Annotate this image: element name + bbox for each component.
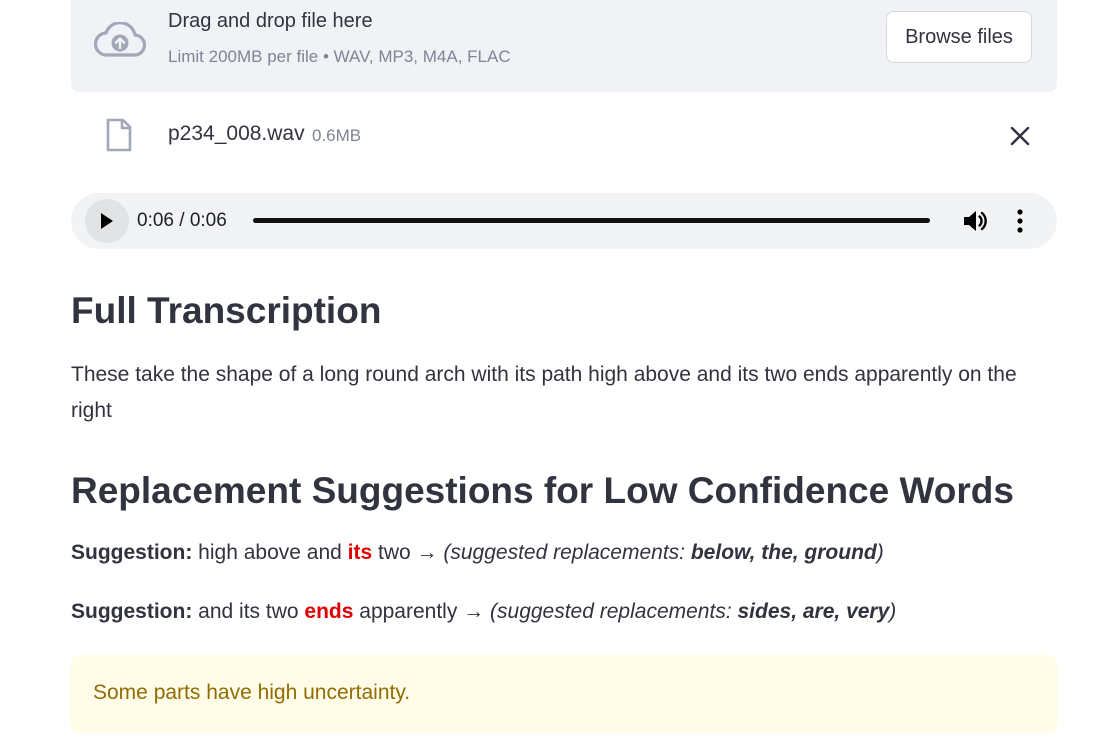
suggestion-label: Suggestion: — [71, 600, 193, 623]
suggestion-line: Suggestion: and its two ends apparently … — [71, 600, 896, 624]
replacements-suffix: ) — [889, 600, 897, 623]
full-transcription-heading: Full Transcription — [71, 290, 382, 331]
cloud-upload-icon — [94, 22, 146, 57]
audio-progress-fill — [253, 218, 930, 223]
replacements-prefix: (suggested replacements: — [443, 541, 686, 564]
uploaded-file-row: p234_008.wav 0.6MB — [71, 108, 1057, 164]
suggested-replacements: (suggested replacements: sides, are, ver… — [490, 600, 896, 623]
suggestion-context-after: apparently → — [359, 600, 485, 623]
suggestion-line: Suggestion: high above and its two → (su… — [71, 541, 884, 565]
file-uploader-dropzone[interactable]: Drag and drop file here Limit 200MB per … — [71, 0, 1057, 92]
dropzone-limit-text: Limit 200MB per file • WAV, MP3, M4A, FL… — [168, 47, 511, 66]
low-confidence-word: ends — [304, 600, 354, 623]
replacements-prefix: (suggested replacements: — [490, 600, 732, 623]
file-name: p234_008.wav — [168, 122, 305, 145]
play-button[interactable] — [85, 199, 129, 243]
suggestion-context-after: two → — [378, 541, 438, 564]
file-size: 0.6MB — [312, 126, 362, 145]
dropzone-title: Drag and drop file here — [168, 10, 373, 32]
play-icon — [101, 213, 113, 229]
close-icon[interactable] — [1007, 123, 1033, 149]
low-confidence-word: its — [347, 541, 373, 564]
uncertainty-warning-alert: Some parts have high uncertainty. — [71, 655, 1057, 733]
suggestion-label: Suggestion: — [71, 541, 193, 564]
replacements-suffix: ) — [876, 541, 884, 564]
replacement-words: sides, are, very — [737, 600, 890, 623]
file-icon — [106, 118, 132, 152]
suggestion-context-before: and its two — [198, 600, 299, 623]
more-vertical-icon[interactable] — [1010, 207, 1030, 235]
audio-progress-slider[interactable] — [253, 218, 930, 223]
replacement-words: below, the, ground — [690, 541, 877, 564]
audio-player: 0:06 / 0:06 — [71, 193, 1057, 249]
browse-files-button[interactable]: Browse files — [886, 11, 1032, 63]
warning-text: Some parts have high uncertainty. — [93, 681, 411, 704]
volume-icon[interactable] — [961, 207, 989, 235]
replacement-suggestions-heading: Replacement Suggestions for Low Confiden… — [71, 470, 1014, 511]
suggestion-context-before: high above and — [198, 541, 342, 564]
suggested-replacements: (suggested replacements: below, the, gro… — [443, 541, 883, 564]
playback-time: 0:06 / 0:06 — [137, 210, 227, 231]
transcription-text: These take the shape of a long round arc… — [71, 363, 1017, 422]
